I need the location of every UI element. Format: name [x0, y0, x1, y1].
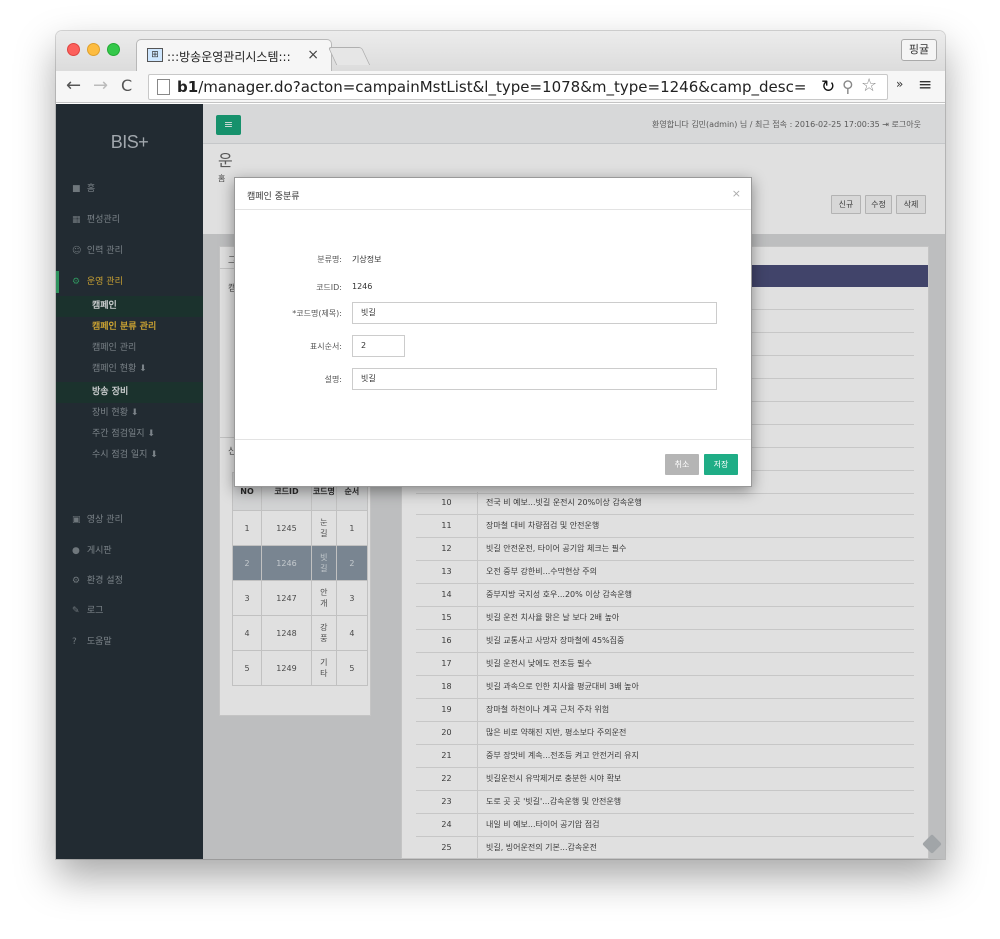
forward-arrow-icon[interactable]: → [93, 75, 108, 97]
category-value: 기상정보 [352, 255, 382, 264]
display-order-label: 표시순서: [309, 342, 342, 351]
tab-title: :::방송운영관리시스템::: [167, 50, 291, 64]
browser-menu-icon[interactable]: ≡ [918, 76, 932, 94]
app-viewport: BIS+ ■ 홈 ▦ 편성관리 ☺ 인력 관리 ⚙ 운영 관리 캠페인 캠페인 … [56, 104, 945, 859]
zoom-window-button[interactable] [107, 43, 120, 56]
modal-title: 캠페인 중분류 [247, 192, 300, 202]
new-tab-button[interactable] [327, 47, 371, 65]
profile-button[interactable]: 핑귤 [901, 39, 937, 61]
campaign-category-modal: 캠페인 중분류 × 분류명: 기상정보 코드ID: 1246 *코드명(제목):… [234, 177, 752, 487]
divider [235, 439, 751, 440]
display-order-input[interactable]: 2 [352, 335, 405, 357]
minimize-window-button[interactable] [87, 43, 100, 56]
save-button[interactable]: 저장 [704, 454, 738, 475]
browser-tab[interactable]: ⊞ :::방송운영관리시스템::: × [136, 39, 332, 71]
back-arrow-icon[interactable]: ← [66, 75, 81, 97]
browser-toolbar: ← → C b1/manager.do?acton=campainMstList… [56, 71, 945, 103]
sync-icon[interactable]: ↻ [821, 77, 835, 97]
reload-icon[interactable]: C [121, 75, 132, 97]
url-host: b1 [177, 78, 199, 96]
modal-close-icon[interactable]: × [732, 187, 741, 200]
code-id-value: 1246 [352, 282, 373, 291]
description-label: 설명: [324, 375, 342, 384]
code-id-label: 코드ID: [316, 283, 342, 292]
title-bar: ⊞ :::방송운영관리시스템::: × 핑귤 [56, 31, 945, 71]
address-bar[interactable]: b1/manager.do?acton=campainMstList&l_typ… [148, 74, 888, 100]
browser-window: ⊞ :::방송운영관리시스템::: × 핑귤 ← → C b1/manager.… [56, 31, 945, 859]
bookmark-star-icon[interactable]: ☆ [861, 75, 877, 96]
extensions-chevron-icon[interactable]: » [896, 77, 903, 91]
close-window-button[interactable] [67, 43, 80, 56]
favicon-icon: ⊞ [147, 48, 163, 62]
divider [235, 209, 751, 210]
category-label: 분류명: [317, 255, 342, 264]
page-icon [157, 79, 170, 95]
code-name-input[interactable]: 빗길 [352, 302, 717, 324]
url-text[interactable]: b1/manager.do?acton=campainMstList&l_typ… [177, 78, 806, 96]
description-input[interactable]: 빗길 [352, 368, 717, 390]
cancel-button[interactable]: 취소 [665, 454, 699, 475]
url-path: /manager.do?acton=campainMstList&l_type=… [198, 78, 807, 96]
zoom-icon[interactable]: ⚲ [842, 77, 854, 96]
tab-close-icon[interactable]: × [307, 47, 319, 63]
code-name-label: *코드명(제목): [292, 309, 342, 318]
